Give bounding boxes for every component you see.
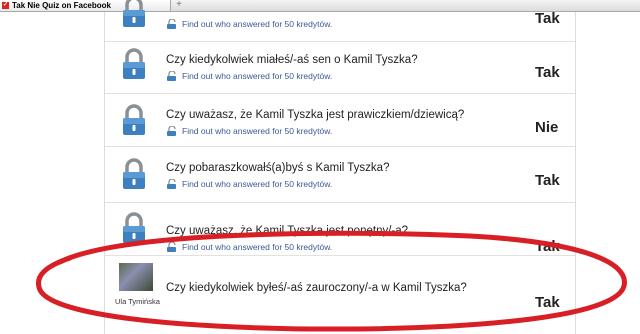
avatar[interactable] — [119, 263, 153, 291]
small-lock-icon — [166, 18, 178, 29]
quiz-favicon-icon: ✓ — [2, 2, 9, 9]
find-out-text: Find out who answered for 50 kredytów. — [182, 126, 333, 136]
find-out-link[interactable]: Find out who answered for 50 kredytów. — [166, 241, 333, 252]
lock-icon — [119, 104, 149, 136]
find-out-text: Find out who answered for 50 kredytów. — [182, 71, 333, 81]
answerer-name[interactable]: Ula Tymińska — [115, 297, 160, 306]
find-out-link[interactable]: Find out who answered for 50 kredytów. — [166, 18, 333, 29]
answer-text: Tak — [535, 172, 560, 189]
locked-answer-row: Czy pobaraszkowałś(a)byś s Kamil Tyszka?… — [105, 147, 575, 203]
question-text: Czy uważasz, że Kamil Tyszka jest prawic… — [166, 109, 465, 121]
answer-text: Tak — [535, 64, 560, 81]
question-text: Czy uważasz, że Kamil Tyszka jest ponętn… — [166, 225, 409, 237]
question-text: Czy kiedykolwiek byłeś/-aś zauroczony/-a… — [166, 282, 467, 294]
find-out-link[interactable]: Find out who answered for 50 kredytów. — [166, 70, 333, 81]
answer-text: Tak — [535, 10, 560, 27]
lock-icon — [119, 158, 149, 190]
find-out-text: Find out who answered for 50 kredytów. — [182, 242, 333, 252]
find-out-link[interactable]: Find out who answered for 50 kredytów. — [166, 178, 333, 189]
small-lock-icon — [166, 125, 178, 136]
answer-text: Tak — [535, 238, 560, 255]
question-text: Czy pobaraszkowałś(a)byś s Kamil Tyszka? — [166, 162, 390, 174]
lock-icon — [119, 48, 149, 80]
answer-text: Nie — [535, 119, 559, 136]
lock-icon — [119, 0, 149, 28]
small-lock-icon — [166, 178, 178, 189]
locked-answer-row: Find out who answered for 50 kredytów. T… — [105, 0, 575, 42]
small-lock-icon — [166, 241, 178, 252]
find-out-link[interactable]: Find out who answered for 50 kredytów. — [166, 125, 333, 136]
locked-answer-row: Czy uważasz, że Kamil Tyszka jest prawic… — [105, 94, 575, 147]
question-text: Czy kiedykolwiek miałeś/-aś sen o Kamil … — [166, 54, 418, 66]
small-lock-icon — [166, 70, 178, 81]
revealed-answer-row: Ula Tymińska Czy kiedykolwiek byłeś/-aś … — [105, 257, 575, 334]
find-out-text: Find out who answered for 50 kredytów. — [182, 19, 333, 29]
answer-text: Tak — [535, 294, 560, 311]
lock-icon — [119, 212, 149, 244]
quiz-answers-list: Find out who answered for 50 kredytów. T… — [104, 0, 576, 334]
find-out-text: Find out who answered for 50 kredytów. — [182, 179, 333, 189]
browser-tab-title: Tak Nie Quiz on Facebook — [12, 1, 111, 10]
locked-answer-row: Czy kiedykolwiek miałeś/-aś sen o Kamil … — [105, 41, 575, 94]
locked-answer-row: Czy uważasz, że Kamil Tyszka jest ponętn… — [105, 203, 575, 256]
